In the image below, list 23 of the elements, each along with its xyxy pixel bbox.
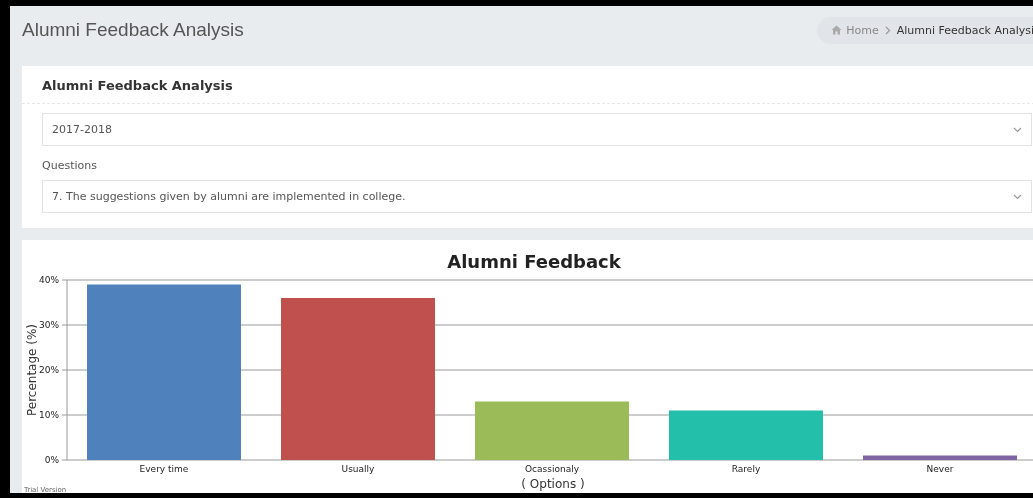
chevron-down-icon — [1013, 193, 1022, 200]
y-tick-label: 40% — [39, 275, 59, 285]
x-category-label: Usually — [341, 464, 375, 474]
y-tick-label: 30% — [39, 320, 59, 330]
x-category-label: Ocassionaly — [525, 464, 579, 474]
field-label: Questions — [42, 159, 98, 172]
question-select[interactable]: 7. The suggestions given by alumni are implemented in college. — [42, 180, 1032, 213]
y-axis-title: Percentage (%) — [25, 323, 39, 417]
chevron-right-icon — [884, 25, 891, 35]
x-category-label: Rarely — [731, 464, 761, 474]
home-icon — [831, 25, 843, 35]
breadcrumb-current: Alumni Feedback Analysi — [896, 23, 1033, 37]
x-category-label: Never — [926, 464, 954, 474]
page-title: Alumni Feedback Analysis — [22, 19, 244, 41]
x-axis-title: ( Options ) — [521, 477, 585, 491]
chart-title: Alumni Feedback — [447, 251, 621, 272]
chevron-down-icon — [1013, 126, 1022, 133]
y-tick-label: 10% — [39, 410, 59, 420]
y-tick-label: 0% — [44, 455, 59, 465]
x-category-label: Every time — [139, 464, 189, 474]
card-title: Alumni Feedback Analysis — [22, 66, 1033, 104]
y-tick-label: 20% — [39, 365, 59, 375]
year-select[interactable]: 2017-2018 — [42, 113, 1032, 146]
